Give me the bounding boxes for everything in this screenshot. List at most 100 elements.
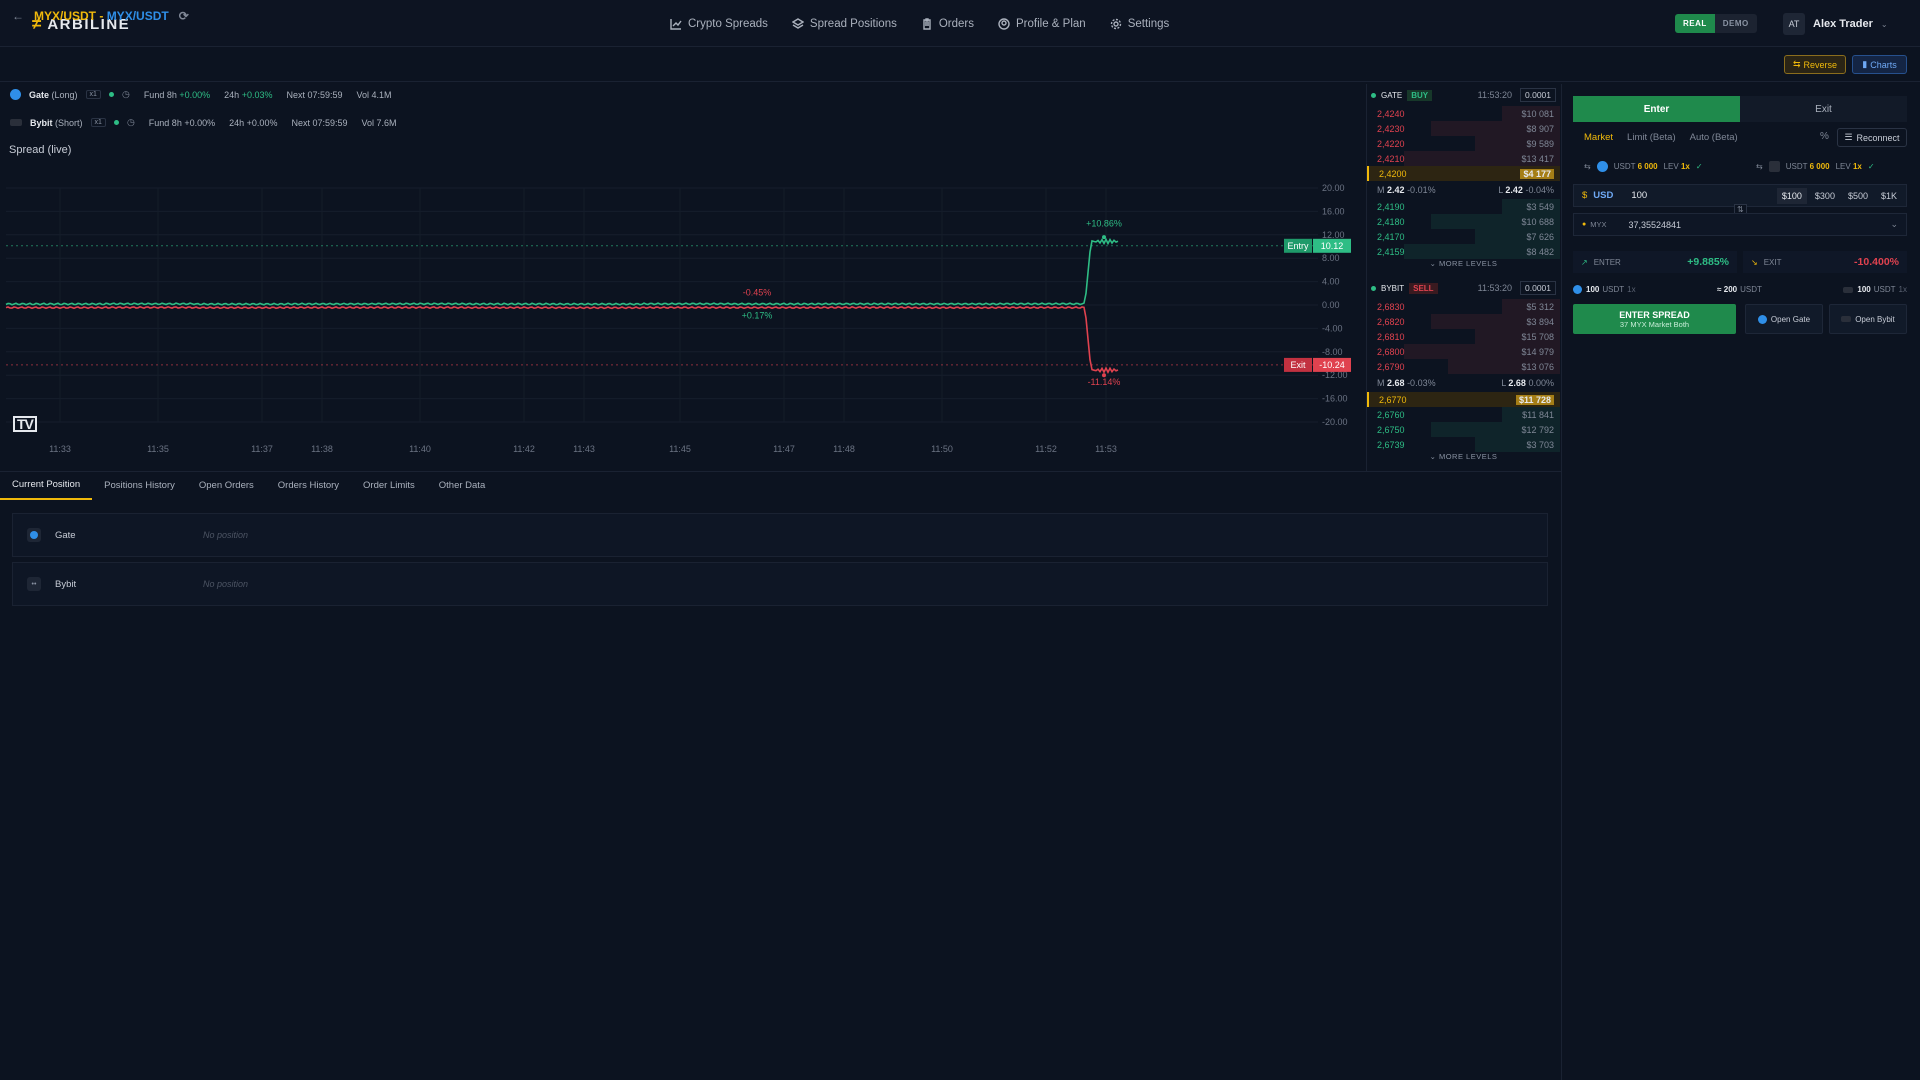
exchange-side: (Short) xyxy=(55,117,83,128)
series-line-entry xyxy=(5,237,1119,306)
bybit-logo-icon xyxy=(1843,286,1854,293)
nav-settings[interactable]: Settings xyxy=(1110,18,1169,30)
reconnect-button[interactable]: ☰ Reconnect xyxy=(1837,128,1907,147)
amount-currency[interactable]: USD xyxy=(1593,190,1613,201)
size: $7 626 xyxy=(1526,231,1554,242)
last-label: L xyxy=(1501,378,1506,388)
back-arrow-icon[interactable]: ← xyxy=(12,9,24,23)
lev-value[interactable]: 1x xyxy=(1681,162,1690,171)
size: $9 589 xyxy=(1526,138,1554,149)
position-summary: 100 USDT 1x ≈ 200 USDT 100 USDT 1x xyxy=(1573,285,1907,294)
user-menu[interactable]: AT Alex Trader ⌄ xyxy=(1783,13,1888,35)
check-icon: ✓ xyxy=(1695,162,1703,171)
book-row[interactable]: 2,4230 $8 907 xyxy=(1367,121,1560,136)
book-row[interactable]: 2,4210 $13 417 xyxy=(1367,151,1560,166)
mode-real-button[interactable]: REAL xyxy=(1675,14,1715,33)
more-levels-button[interactable]: ⌄ MORE LEVELS xyxy=(1367,452,1560,466)
percent-icon[interactable]: % xyxy=(1820,131,1829,142)
open-gate-button[interactable]: Open Gate xyxy=(1745,304,1823,334)
y-tick-label: -4.00 xyxy=(1322,323,1343,333)
preset-500[interactable]: $500 xyxy=(1843,188,1873,204)
preset-300[interactable]: $300 xyxy=(1810,188,1840,204)
book-row[interactable]: 2,4240 $10 081 xyxy=(1367,106,1560,121)
order-type-limit[interactable]: Limit (Beta) xyxy=(1627,132,1676,143)
tab-order-limits[interactable]: Order Limits xyxy=(351,471,427,500)
x-tick-label: 11:47 xyxy=(773,444,795,454)
mid-change: -0.03% xyxy=(1407,378,1436,388)
book-row[interactable]: 2,6820 $3 894 xyxy=(1367,314,1560,329)
book-time: 11:53:20 xyxy=(1477,283,1512,293)
balance-currency: USDT xyxy=(1785,162,1808,171)
amount-input[interactable]: 100 xyxy=(1631,190,1647,201)
book-row[interactable]: 2,6810 $15 708 xyxy=(1367,329,1560,344)
order-type-market[interactable]: Market xyxy=(1584,132,1613,143)
preset-1k[interactable]: $1K xyxy=(1876,188,1902,204)
trend-down-icon: ↘ xyxy=(1751,257,1758,267)
history-icon[interactable]: ⟳ xyxy=(179,9,189,23)
tick-size-select[interactable]: 0.0001 xyxy=(1520,88,1556,102)
main-nav: Crypto Spreads Spread Positions Orders P… xyxy=(670,0,1169,47)
price: 2,6820 xyxy=(1377,316,1405,327)
chevron-down-icon: ⌄ xyxy=(1880,19,1888,29)
book-row[interactable]: 2,4190 $3 549 xyxy=(1367,199,1560,214)
nav-crypto-spreads[interactable]: Crypto Spreads xyxy=(670,18,768,30)
tab-exit[interactable]: Exit xyxy=(1740,96,1907,122)
gate-logo-icon xyxy=(10,89,21,100)
charts-button[interactable]: ▮ Charts xyxy=(1852,55,1907,74)
bybit-best-row[interactable]: 2,6770 $11 728 xyxy=(1367,392,1560,407)
book-row[interactable]: 2,6790 $13 076 xyxy=(1367,359,1560,374)
bybit-asks: 2,6830 $5 312 2,6820 $3 894 2,6810 $15 708 2,6… xyxy=(1367,299,1560,374)
enter-spread-button[interactable]: ENTER SPREAD 37 MYX Market Both xyxy=(1573,304,1736,334)
pair-separator: - xyxy=(96,9,107,23)
clock-icon: ◷ xyxy=(126,117,135,127)
spread-chart[interactable]: 20.0016.0012.008.004.000.00-4.00-8.00-12… xyxy=(0,160,1363,460)
book-row[interactable]: 2,4220 $9 589 xyxy=(1367,136,1560,151)
size: $15 708 xyxy=(1521,331,1554,342)
nav-orders[interactable]: Orders xyxy=(921,18,974,30)
y-tick-label: 8.00 xyxy=(1322,253,1340,263)
book-row[interactable]: 2,4159 $8 482 xyxy=(1367,244,1560,259)
preset-100[interactable]: $100 xyxy=(1776,187,1807,204)
tab-current-position[interactable]: Current Position xyxy=(0,471,93,500)
open-bybit-button[interactable]: Open Bybit xyxy=(1829,304,1907,334)
book-row[interactable]: 2,6800 $14 979 xyxy=(1367,344,1560,359)
h24-value: +0.00% xyxy=(246,117,278,128)
gate-mid-row: M 2.42 -0.01% L 2.42 -0.04% xyxy=(1367,181,1560,199)
tab-other-data[interactable]: Other Data xyxy=(427,471,497,500)
mode-demo-button[interactable]: DEMO xyxy=(1714,14,1757,33)
size: $3 894 xyxy=(1526,316,1554,327)
user-circle-icon xyxy=(998,17,1010,30)
swap-icon[interactable]: ⇆ xyxy=(1584,162,1591,171)
y-tick-label: -8.00 xyxy=(1322,347,1343,357)
book-row[interactable]: 2,6830 $5 312 xyxy=(1367,299,1560,314)
bottom-tabs: Current Position Positions History Open … xyxy=(0,471,497,500)
nav-spread-positions[interactable]: Spread Positions xyxy=(791,18,897,30)
gate-logo-icon xyxy=(1596,161,1608,172)
book-row[interactable]: 2,4170 $7 626 xyxy=(1367,229,1560,244)
chevron-down-icon[interactable]: ⌄ xyxy=(1890,219,1906,230)
reverse-button[interactable]: ⇆ Reverse xyxy=(1784,55,1846,74)
size: $10 081 xyxy=(1521,108,1554,119)
tick-size-select[interactable]: 0.0001 xyxy=(1520,281,1556,295)
leverage-chip[interactable]: x1 xyxy=(90,118,106,127)
lev-value[interactable]: 1x xyxy=(1853,162,1862,171)
lev-label: LEV xyxy=(1663,162,1679,171)
tab-positions-history[interactable]: Positions History xyxy=(92,471,187,500)
tab-enter[interactable]: Enter xyxy=(1573,96,1740,122)
tab-orders-history[interactable]: Orders History xyxy=(266,471,351,500)
leverage-chip[interactable]: x1 xyxy=(85,90,101,99)
book-row[interactable]: 2,6750 $12 792 xyxy=(1367,422,1560,437)
more-levels-button[interactable]: ⌄ MORE LEVELS xyxy=(1367,259,1560,273)
book-row[interactable]: 2,6760 $11 841 xyxy=(1367,407,1560,422)
bybit-logo-icon: •• xyxy=(27,577,41,591)
tab-open-orders[interactable]: Open Orders xyxy=(187,471,266,500)
quantity-input[interactable]: 37,35524841 xyxy=(1629,220,1682,230)
exit-spread-indicator: ↘ EXIT -10.400% xyxy=(1743,251,1907,273)
order-type-auto[interactable]: Auto (Beta) xyxy=(1690,132,1738,143)
swap-icon[interactable]: ⇆ xyxy=(1756,162,1763,171)
book-row[interactable]: 2,6739 $3 703 xyxy=(1367,437,1560,452)
book-row[interactable]: 2,4180 $10 688 xyxy=(1367,214,1560,229)
pair-bar xyxy=(0,48,1920,82)
gate-best-row[interactable]: 2,4200 $4 177 xyxy=(1367,166,1560,181)
nav-profile-plan[interactable]: Profile & Plan xyxy=(998,18,1086,30)
